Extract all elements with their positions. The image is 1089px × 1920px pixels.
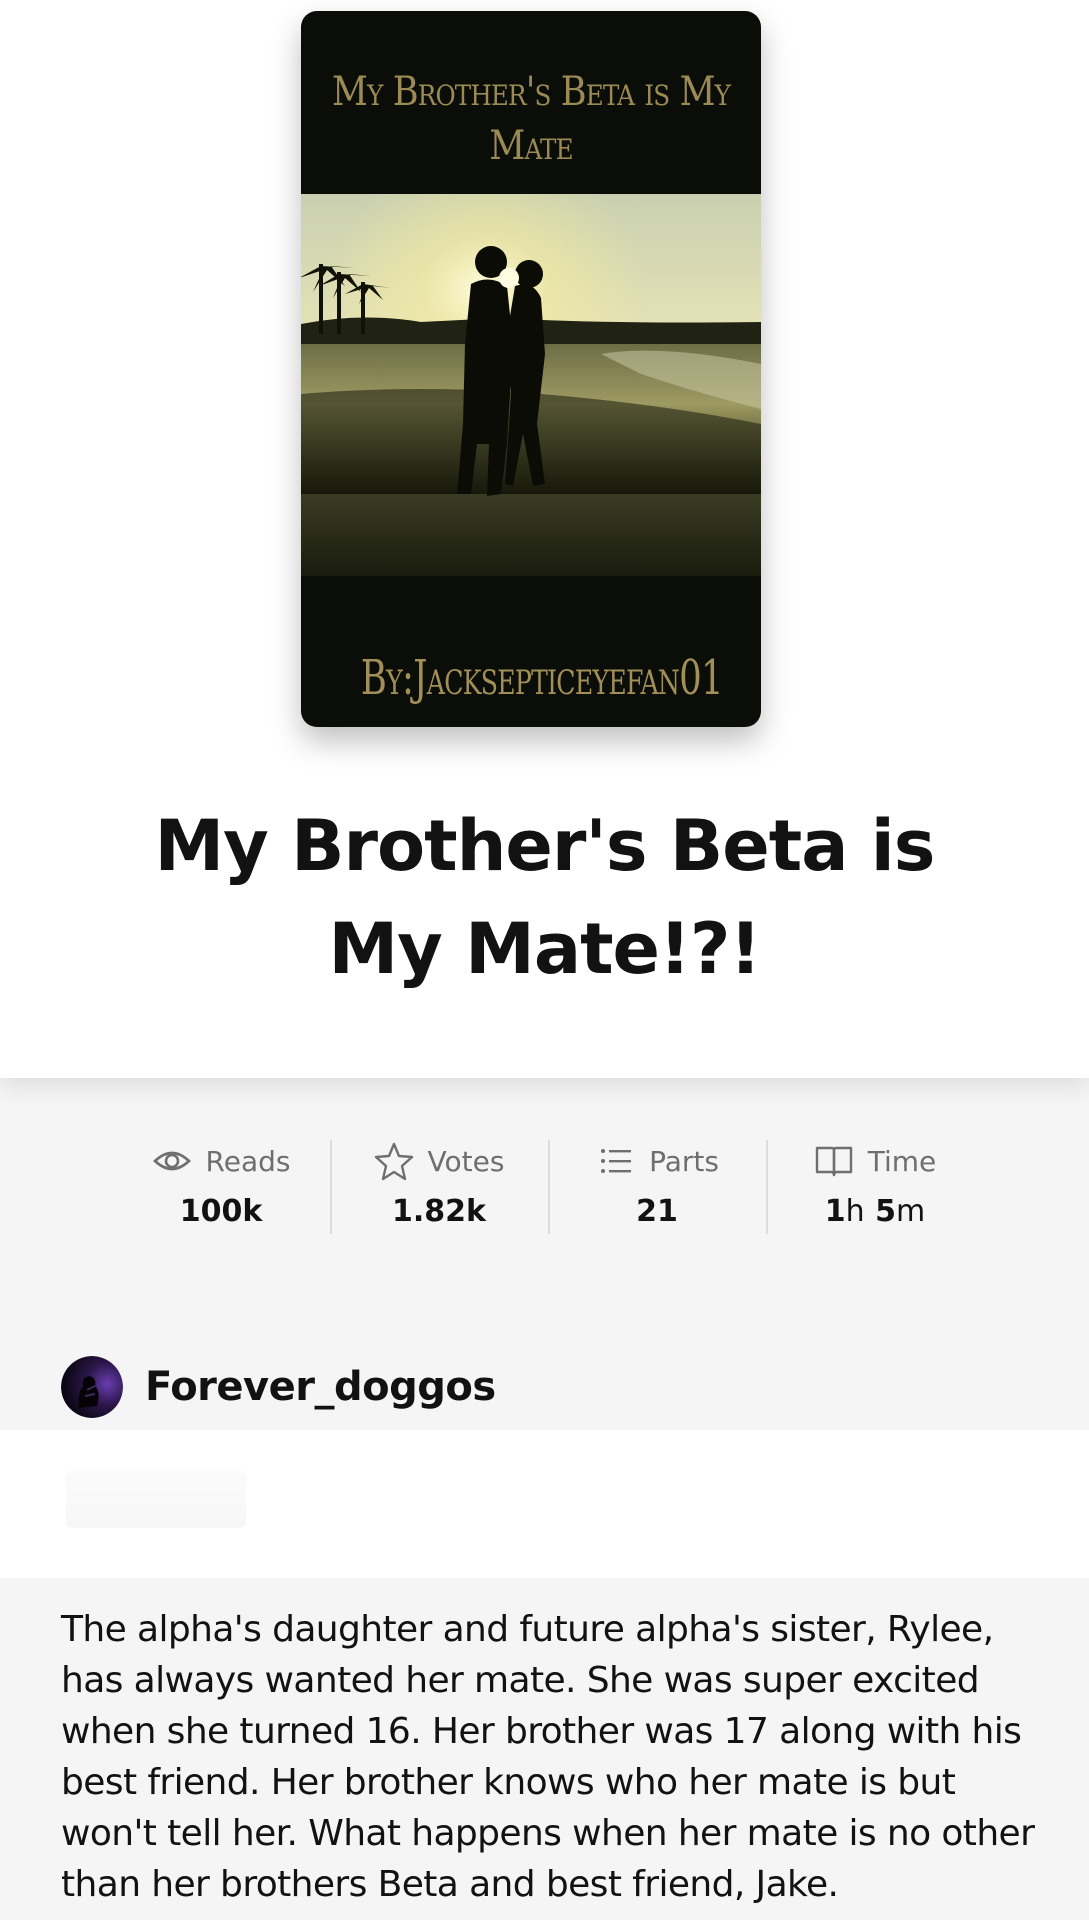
stat-time: Time 1h 5m: [766, 1138, 984, 1234]
time-hours: 1: [824, 1194, 846, 1229]
cover-photo: [301, 194, 761, 576]
avatar[interactable]: [61, 1356, 123, 1418]
cover-author: By:Jacksepticeyefan01: [360, 650, 724, 706]
time-minutes: 5: [875, 1194, 896, 1229]
list-icon: [601, 1149, 632, 1173]
stat-parts: Parts 21: [548, 1138, 766, 1234]
time-hours-unit: h: [845, 1194, 865, 1229]
stat-reads: Reads 100k: [112, 1138, 330, 1234]
stat-label: Parts: [649, 1144, 719, 1178]
placeholder-block: [66, 1470, 246, 1528]
stat-votes: Votes 1.82k: [330, 1138, 548, 1234]
author-name[interactable]: Forever_doggos: [145, 1364, 496, 1410]
stat-value: 100k: [179, 1194, 263, 1229]
stat-value: 1h 5m: [766, 1190, 984, 1234]
story-title: My Brother's Beta is My Mate!?!: [154, 805, 936, 990]
eye-icon: [152, 1151, 191, 1171]
content-band: [0, 1430, 1089, 1578]
cover-title: My Brother's Beta is My Mate: [331, 69, 731, 169]
time-minutes-unit: m: [895, 1194, 926, 1229]
book-icon: [815, 1146, 852, 1177]
story-description: The alpha's daughter and future alpha's …: [61, 1609, 1035, 1905]
stat-label: Reads: [205, 1144, 291, 1178]
book-cover[interactable]: My Brother's Beta is My Mate By:Jacksept…: [301, 11, 761, 727]
stat-value: 21: [636, 1194, 678, 1229]
stat-label: Votes: [427, 1144, 505, 1178]
stat-value: 1.82k: [392, 1194, 486, 1229]
star-icon: [374, 1142, 413, 1181]
story-stats: Reads 100k Votes 1.82k Parts 21 Time 1h …: [112, 1138, 984, 1234]
story-header: My Brother's Beta is My Mate By:Jacksept…: [0, 0, 1089, 1078]
stat-label: Time: [867, 1144, 937, 1178]
author-row[interactable]: Forever_doggos: [61, 1356, 496, 1418]
